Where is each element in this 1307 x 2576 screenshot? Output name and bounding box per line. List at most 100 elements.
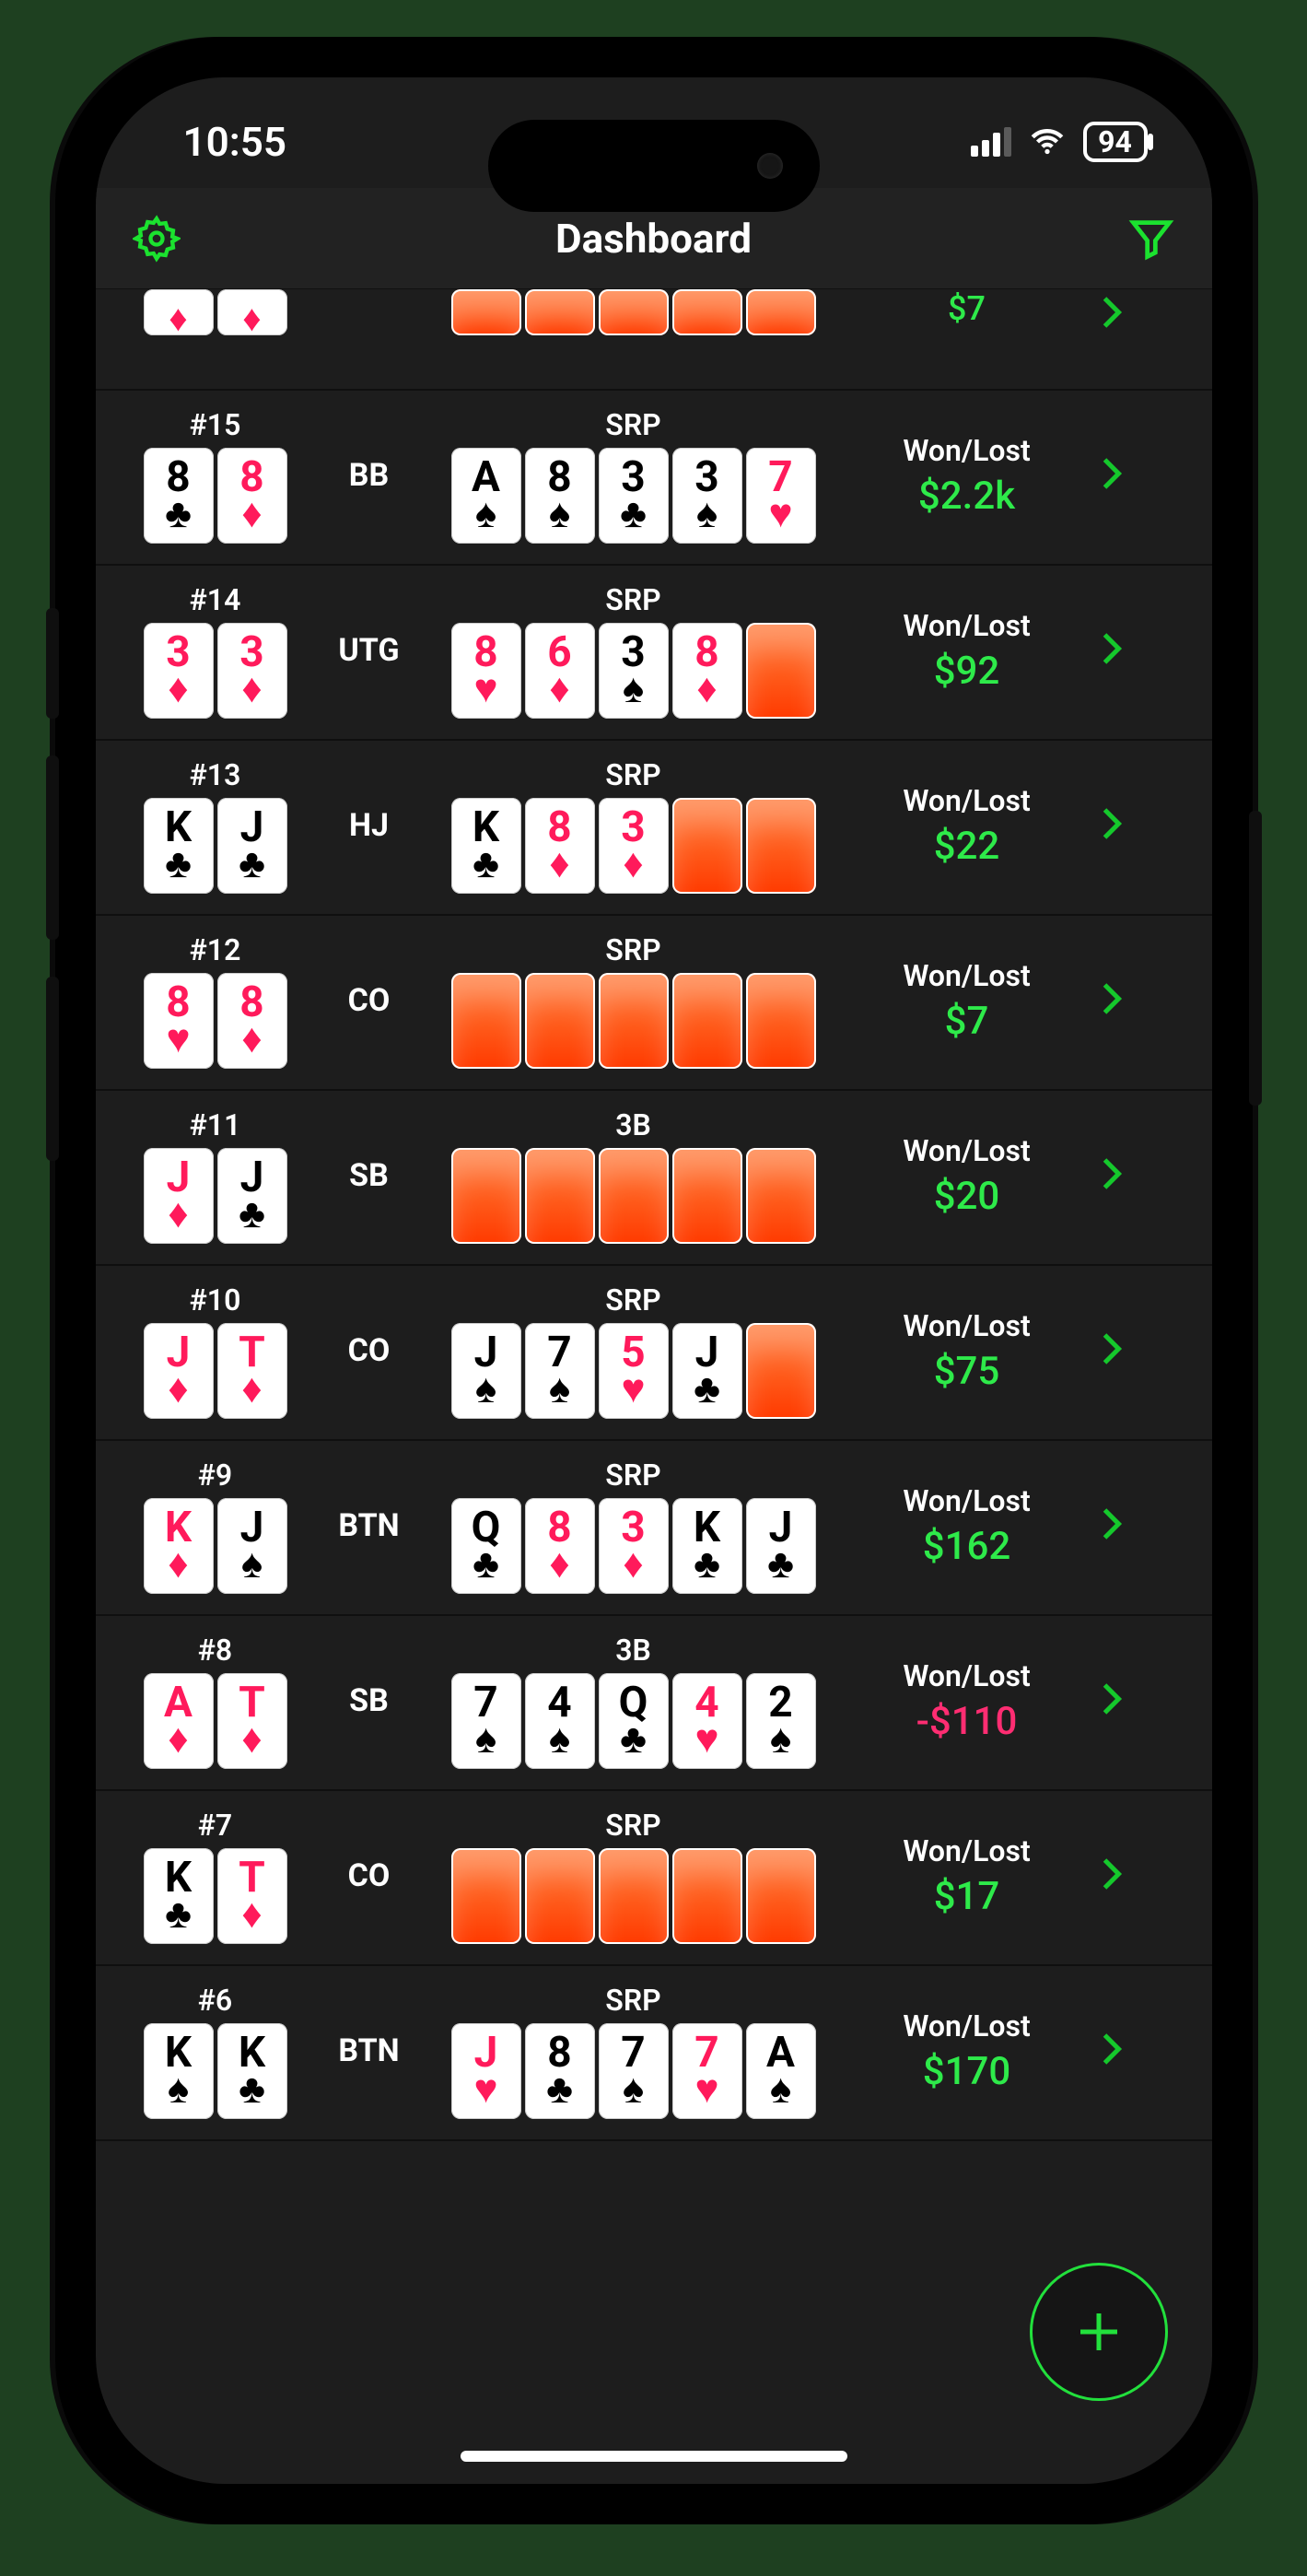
wonlost-label: Won/Lost [903, 1483, 1030, 1518]
card-J-spade: J♠ [451, 1323, 521, 1419]
wonlost-label: Won/Lost [903, 1133, 1030, 1168]
disclosure-chevron[interactable] [1098, 2026, 1153, 2076]
card-5-heart: 5♥ [599, 1323, 669, 1419]
settings-button[interactable] [129, 211, 184, 266]
hole-col: #6K♠K♣ [123, 1983, 308, 2119]
card-suit: ♣ [473, 846, 499, 883]
hand-row[interactable]: #13K♣J♣HJSRPK♣8♦3♦Won/Lost$22 [96, 741, 1212, 916]
board-cards [451, 1848, 816, 1944]
board-cards: J♠7♠5♥J♣ [451, 1323, 816, 1419]
card-3-club: 3♣ [599, 448, 669, 544]
cellular-signal-icon [971, 127, 1011, 157]
hand-row[interactable]: #10J♦T♦COSRPJ♠7♠5♥J♣Won/Lost$75 [96, 1266, 1212, 1441]
disclosure-chevron[interactable] [1098, 1151, 1153, 1200]
card-3-diamond: 3♦ [144, 623, 214, 719]
card-suit: ♦ [549, 1546, 569, 1583]
card-T-diamond: T♦ [217, 1848, 287, 1944]
hand-list[interactable]: ♦♦$7#158♣8♦BBSRPA♠8♠3♣3♠7♥Won/Lost$2.2k#… [96, 289, 1212, 2484]
board-col: SRPJ♥8♣7♠7♥A♠ [431, 1983, 836, 2119]
disclosure-chevron[interactable] [1098, 976, 1153, 1025]
card-K-club: K♣ [144, 1848, 214, 1944]
card-T-diamond: T♦ [217, 1673, 287, 1769]
amount-value: $20 [934, 1174, 1000, 1219]
position-label: BTN [319, 2032, 420, 2069]
result-col: Won/Lost$92 [847, 608, 1087, 694]
hole-cards: J♦J♣ [144, 1148, 287, 1244]
hand-row[interactable]: #128♥8♦COSRPWon/Lost$7 [96, 916, 1212, 1091]
screen: 10:55 94 [96, 77, 1212, 2484]
chevron-right-icon [1098, 626, 1126, 672]
disclosure-chevron[interactable] [1098, 1676, 1153, 1726]
disclosure-chevron[interactable] [1098, 451, 1153, 500]
hand-row[interactable]: #6K♠K♣BTNSRPJ♥8♣7♠7♥A♠Won/Lost$170 [96, 1966, 1212, 2141]
card-back [672, 798, 742, 894]
card-3-spade: 3♠ [599, 623, 669, 719]
disclosure-chevron[interactable] [1098, 289, 1153, 339]
hand-row-partial[interactable]: ♦♦$7 [96, 289, 1212, 391]
board-cards: J♥8♣7♠7♥A♠ [451, 2023, 816, 2119]
hole-col: #158♣8♦ [123, 407, 308, 544]
card-suit: ♠ [475, 1371, 496, 1408]
card-back [599, 1148, 669, 1244]
card-back [672, 1148, 742, 1244]
wonlost-label: Won/Lost [903, 1658, 1030, 1693]
card-8-diamond: 8♦ [672, 623, 742, 719]
card-suit: ♠ [549, 496, 570, 533]
card-suit: ♥ [768, 496, 792, 533]
card-3-diamond: 3♦ [599, 1498, 669, 1594]
hand-row[interactable]: #143♦3♦UTGSRP8♥6♦3♠8♦Won/Lost$92 [96, 566, 1212, 741]
card-4-heart: 4♥ [672, 1673, 742, 1769]
card-suit: ♥ [473, 2071, 497, 2108]
hand-row[interactable]: #7K♣T♦COSRPWon/Lost$17 [96, 1791, 1212, 1966]
card-suit: ♣ [546, 2071, 573, 2108]
hole-col: ♦♦ [123, 289, 308, 335]
hand-number: #13 [190, 757, 241, 792]
hole-cards: K♣T♦ [144, 1848, 287, 1944]
home-indicator[interactable] [461, 2451, 847, 2462]
card-suit: ♦ [241, 496, 262, 533]
board-col: SRPA♠8♠3♣3♠7♥ [431, 407, 836, 544]
card-J-diamond: J♦ [144, 1148, 214, 1244]
card-suit: ♦ [549, 671, 569, 708]
card-suit: ♠ [475, 1721, 496, 1758]
result-col: Won/Lost$7 [847, 958, 1087, 1044]
card-suit: ♣ [767, 1546, 794, 1583]
amount-value: -$110 [916, 1699, 1018, 1744]
hand-row[interactable]: #11J♦J♣SB3BWon/Lost$20 [96, 1091, 1212, 1266]
result-col: Won/Lost$17 [847, 1833, 1087, 1919]
hand-row[interactable]: #158♣8♦BBSRPA♠8♠3♣3♠7♥Won/Lost$2.2k [96, 391, 1212, 566]
card-back [451, 289, 521, 335]
board-col: SRPJ♠7♠5♥J♣ [431, 1282, 836, 1419]
disclosure-chevron[interactable] [1098, 801, 1153, 850]
pot-type: 3B [615, 1107, 651, 1142]
disclosure-chevron[interactable] [1098, 1851, 1153, 1901]
pot-type: SRP [605, 1282, 660, 1317]
card-suit: ♠ [475, 496, 496, 533]
page-title: Dashboard [555, 215, 752, 263]
card-2-spade: 2♠ [746, 1673, 816, 1769]
hand-row[interactable]: #9K♦J♠BTNSRPQ♣8♦3♦K♣J♣Won/Lost$162 [96, 1441, 1212, 1616]
hole-col: #13K♣J♣ [123, 757, 308, 894]
card-suit: ♦ [549, 846, 569, 883]
amount-value: $162 [923, 1524, 1010, 1569]
disclosure-chevron[interactable] [1098, 1326, 1153, 1376]
card-suit: ♣ [694, 1546, 720, 1583]
hole-cards: A♦T♦ [144, 1673, 287, 1769]
amount-value: $170 [923, 2049, 1010, 2094]
hole-cards: 3♦3♦ [144, 623, 287, 719]
card-7-spade: 7♠ [525, 1323, 595, 1419]
disclosure-chevron[interactable] [1098, 1501, 1153, 1551]
card-suit: ♠ [549, 1721, 570, 1758]
board-col: SRP [431, 932, 836, 1069]
board-col: 3B7♠4♠Q♣4♥2♠ [431, 1633, 836, 1769]
card-back [746, 1148, 816, 1244]
disclosure-chevron[interactable] [1098, 626, 1153, 675]
wonlost-label: Won/Lost [903, 608, 1030, 643]
card-J-club: J♣ [217, 798, 287, 894]
card-suit: ♥ [166, 1021, 190, 1058]
hand-row[interactable]: #8A♦T♦SB3B7♠4♠Q♣4♥2♠Won/Lost-$110 [96, 1616, 1212, 1791]
filter-button[interactable] [1124, 211, 1179, 266]
hand-number: #14 [190, 582, 241, 617]
card-back [599, 1848, 669, 1944]
add-hand-button[interactable] [1030, 2263, 1168, 2401]
